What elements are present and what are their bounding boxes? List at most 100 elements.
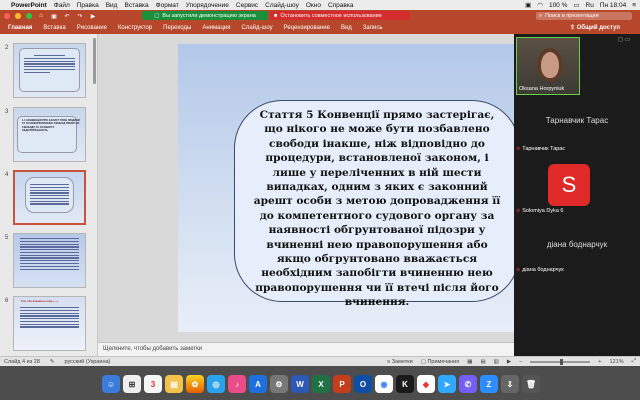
menu-tools[interactable]: Сервис: [236, 2, 258, 9]
word-icon[interactable]: W: [291, 375, 309, 393]
menu-window[interactable]: Окно: [306, 2, 321, 9]
tab-transitions[interactable]: Переходы: [163, 25, 191, 31]
dock-icons: ☺ ⊞ 3 ▤ ✿ ◎ ♪ A ⚙ W X P O ◉ K ◆ ➤ ✆ Z ⇩ …: [102, 369, 540, 399]
home-icon[interactable]: ⌂: [37, 12, 45, 20]
tab-slideshow[interactable]: Слайд-шоу: [241, 25, 272, 31]
mic-muted-icon: ⊘: [516, 146, 521, 152]
language-status[interactable]: русский (Украина): [65, 359, 111, 365]
wifi-icon[interactable]: ◠: [537, 1, 543, 9]
participant-name-label: ⊘ Тарнавчик Тарас: [516, 146, 565, 152]
menu-arrange[interactable]: Упорядочение: [186, 2, 229, 9]
redo-icon[interactable]: ↷: [76, 12, 84, 20]
participant-avatar-solomiya[interactable]: S: [548, 164, 590, 206]
tab-home[interactable]: Главная: [8, 25, 32, 31]
tab-record[interactable]: Запись: [363, 25, 383, 31]
close-window-icon[interactable]: [4, 13, 10, 19]
menu-help[interactable]: Справка: [328, 2, 354, 9]
notes-placeholder[interactable]: Щелкните, чтобы добавить заметки: [103, 346, 202, 352]
finder-icon[interactable]: ☺: [102, 375, 120, 393]
zoom-level[interactable]: 121%: [610, 359, 624, 365]
participant-tile-oksana[interactable]: Oksana Horpyniuk: [516, 37, 580, 95]
tab-animations[interactable]: Анимация: [202, 25, 230, 31]
preview-icon[interactable]: ◆: [417, 375, 435, 393]
current-slide[interactable]: Стаття 5 Конвенції прямо застерігає, що …: [178, 44, 564, 332]
thumbnail-image: [13, 233, 86, 288]
slide-canvas[interactable]: Стаття 5 Конвенції прямо застерігає, що …: [98, 34, 564, 342]
zoom-out-icon[interactable]: −: [519, 359, 522, 365]
spellcheck-icon[interactable]: ✎: [50, 359, 55, 365]
outlook-icon[interactable]: O: [354, 375, 372, 393]
thumbnail-slide-3[interactable]: 3 1.1 КОНВЕНЦІЯ ПРО ЗАХИСТ ПРАВ ЛЮДИНИ Т…: [0, 106, 98, 162]
screen-sharing-text: Вы запустили демонстрацию экрана: [162, 12, 256, 19]
thumbnail-slide-2[interactable]: 2: [0, 42, 98, 98]
viber-icon[interactable]: ✆: [459, 375, 477, 393]
tab-insert[interactable]: Вставка: [43, 25, 65, 31]
kindle-icon[interactable]: K: [396, 375, 414, 393]
trash-icon[interactable]: 🗑: [522, 375, 540, 393]
photos-icon[interactable]: ✿: [186, 375, 204, 393]
slide-thumbnails-panel[interactable]: 2 3 1.1 КОНВЕНЦІЯ ПРО ЗАХИСТ ПРАВ ЛЮДИНИ…: [0, 34, 98, 366]
zoom-in-icon[interactable]: +: [598, 359, 601, 365]
undo-icon[interactable]: ↶: [63, 12, 71, 20]
thumbnail-number: 5: [5, 235, 9, 241]
participant-tile-taras[interactable]: Тарнавчик Тарас: [514, 116, 640, 125]
tab-review[interactable]: Рецензирование: [284, 25, 330, 31]
app-store-icon[interactable]: A: [249, 375, 267, 393]
tab-design[interactable]: Конструктор: [118, 25, 152, 31]
excel-icon[interactable]: X: [312, 375, 330, 393]
present-icon[interactable]: ▶: [89, 12, 97, 20]
callout-text[interactable]: Стаття 5 Конвенції прямо застерігає, що …: [251, 108, 503, 310]
minimize-window-icon[interactable]: [15, 13, 21, 19]
system-preferences-icon[interactable]: ⚙: [270, 375, 288, 393]
menu-slideshow[interactable]: Слайд-шоу: [265, 2, 299, 9]
normal-view-icon[interactable]: ▦: [467, 359, 472, 365]
panel-controls-icon[interactable]: ◻ ▭: [618, 36, 630, 43]
thumbnail-slide-6[interactable]: 6 Тест або вправа на тему «...»: [0, 295, 98, 351]
tab-draw[interactable]: Рисование: [77, 25, 107, 31]
menu-edit[interactable]: Правка: [77, 2, 99, 9]
notes-toggle[interactable]: ≡ Заметки: [387, 359, 413, 365]
thumbnail-shape: [19, 48, 80, 92]
slideshow-view-icon[interactable]: ▶: [507, 359, 511, 365]
reading-view-icon[interactable]: ▥: [494, 359, 499, 365]
fit-slide-icon[interactable]: ⤢: [632, 358, 636, 365]
telegram-icon[interactable]: ➤: [438, 375, 456, 393]
launchpad-icon[interactable]: ⊞: [123, 375, 141, 393]
tab-view[interactable]: Вид: [341, 25, 352, 31]
comments-toggle[interactable]: ▢ Примечания: [421, 359, 460, 365]
participant-tile-diana[interactable]: діана боднарчук: [514, 240, 640, 249]
save-icon[interactable]: ▣: [50, 12, 58, 20]
zoom-icon[interactable]: ▣: [525, 1, 531, 9]
notes-app-icon[interactable]: ▤: [165, 375, 183, 393]
calendar-icon[interactable]: 3: [144, 375, 162, 393]
search-input[interactable]: ⌕ Поиск в презентации: [536, 12, 632, 20]
downloads-icon[interactable]: ⇩: [501, 375, 519, 393]
clock[interactable]: Пн 18:04: [600, 2, 626, 9]
chrome-icon[interactable]: ◉: [375, 375, 393, 393]
powerpoint-icon[interactable]: P: [333, 375, 351, 393]
thumbnail-slide-5[interactable]: 5: [0, 232, 98, 288]
participant-face: [541, 52, 559, 78]
control-center-icon[interactable]: ≡: [632, 2, 636, 9]
menu-insert[interactable]: Вставка: [124, 2, 148, 9]
safari-icon[interactable]: ◎: [207, 375, 225, 393]
notes-pane[interactable]: Щелкните, чтобы добавить заметки: [98, 342, 514, 356]
share-button[interactable]: ⇧ Общий доступ: [570, 24, 620, 31]
sorter-view-icon[interactable]: ▤: [480, 359, 485, 365]
menu-view[interactable]: Вид: [106, 2, 118, 9]
zoom-slider[interactable]: [530, 358, 591, 365]
music-icon[interactable]: ♪: [228, 375, 246, 393]
zoom-app-icon[interactable]: Z: [480, 375, 498, 393]
menu-format[interactable]: Формат: [156, 2, 179, 9]
participant-name: діана боднарчук: [522, 267, 564, 273]
app-name[interactable]: PowerPoint: [11, 2, 47, 9]
thumbnail-slide-4[interactable]: 4: [0, 169, 98, 225]
stop-icon: ■: [274, 12, 278, 19]
language-indicator[interactable]: Ru: [586, 2, 594, 9]
menu-file[interactable]: Файл: [54, 2, 70, 9]
battery-text[interactable]: 100 %: [549, 2, 567, 9]
battery-icon[interactable]: ▭: [573, 1, 579, 9]
maximize-window-icon[interactable]: [26, 13, 32, 19]
stop-sharing-button[interactable]: ■ Остановить совместное использование: [270, 11, 410, 20]
text-callout-shape[interactable]: Стаття 5 Конвенції прямо застерігає, що …: [234, 100, 520, 308]
